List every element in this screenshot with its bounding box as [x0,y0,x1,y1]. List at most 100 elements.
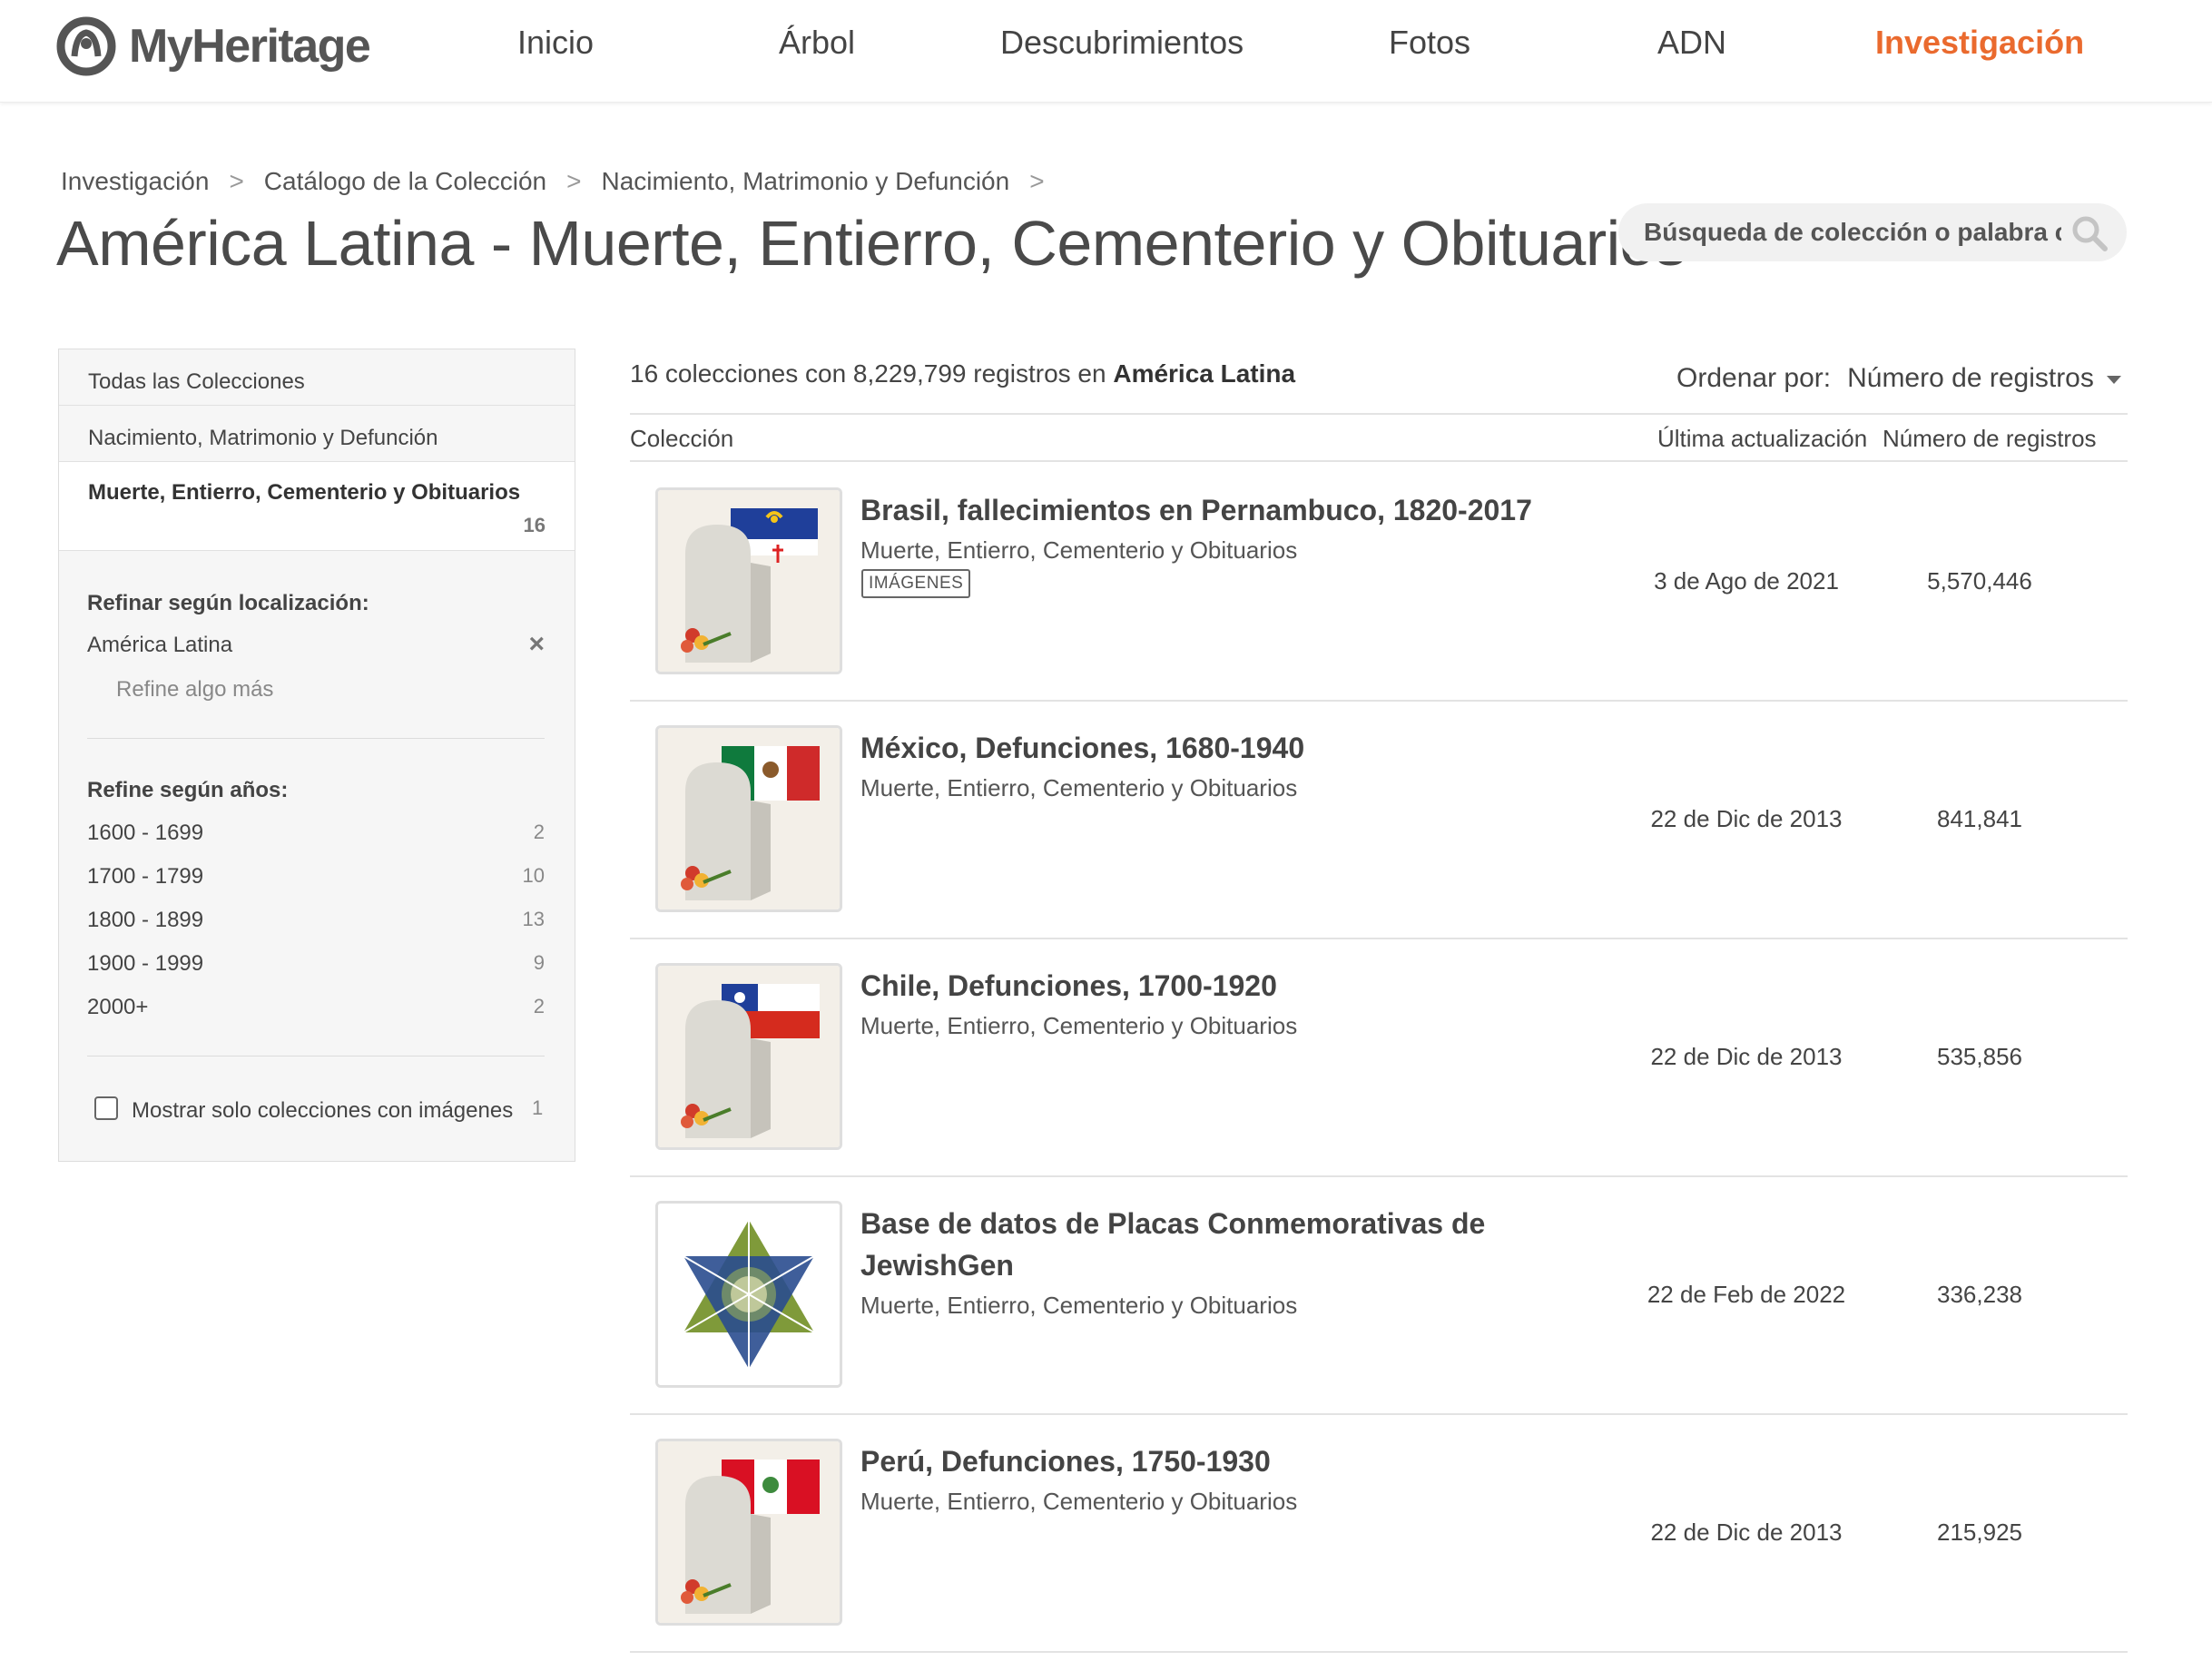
breadcrumb-catalogo[interactable]: Catálogo de la Colección [264,167,546,196]
filter-sidebar: Todas las Colecciones Nacimiento, Matrim… [58,349,575,1162]
sidebar-divider [87,738,545,739]
nav-inicio[interactable]: Inicio [517,24,594,62]
column-collection: Colección [630,425,734,452]
collection-title-link[interactable]: Chile, Defunciones, 1700-1920 [860,965,1550,1007]
year-label: 1600 - 1699 [87,821,204,845]
breadcrumb-separator: > [229,167,244,195]
year-filter-1800[interactable]: 1800 - 1899 13 [87,908,545,937]
breadcrumb-investigacion[interactable]: Investigación [61,167,209,196]
sort-control: Ordenar por: Número de registros [1676,363,2121,394]
collection-thumbnail[interactable] [655,725,842,912]
tombstone-flag-chile-icon [658,966,840,1147]
myheritage-logo[interactable]: MyHeritage [56,16,371,76]
breadcrumb-nacimiento[interactable]: Nacimiento, Matrimonio y Defunción [601,167,1009,196]
refine-more-link[interactable]: Refine algo más [116,677,273,703]
sidebar-item-muerte[interactable]: Muerte, Entierro, Cementerio y Obituario… [59,462,575,551]
year-filter-2000[interactable]: 2000+ 2 [87,995,545,1024]
page-title: América Latina - Muerte, Entierro, Cemen… [56,208,1686,279]
images-only-label[interactable]: Mostrar solo colecciones con imágenes [132,1098,513,1124]
tombstone-flag-pernambuco-icon [658,490,840,672]
collection-search [1618,203,2127,261]
collection-records: 841,841 [1937,805,2022,832]
sort-label: Ordenar por: [1676,363,1832,393]
years-heading: Refine según años: [87,778,289,802]
sidebar-divider [87,1056,545,1057]
tombstone-flag-peru-icon [658,1441,840,1623]
year-count: 2 [533,995,545,1017]
year-count: 13 [522,908,545,930]
year-label: 1900 - 1999 [87,951,204,976]
collection-category: Muerte, Entierro, Cementerio y Obituario… [860,536,1298,564]
sidebar-item-nacimiento[interactable]: Nacimiento, Matrimonio y Defunción [59,406,575,462]
collection-title-link[interactable]: Perú, Defunciones, 1750-1930 [860,1440,1550,1482]
collection-thumbnail[interactable] [655,963,842,1150]
results-summary: 16 colecciones con 8,229,799 registros e… [630,359,1295,388]
breadcrumb-separator: > [566,167,582,195]
collection-thumbnail[interactable] [655,1201,842,1388]
collection-updated: 22 de Feb de 2022 [1647,1281,1846,1308]
collection-updated: 22 de Dic de 2013 [1650,1043,1843,1070]
collection-thumbnail[interactable] [655,487,842,674]
nav-arbol[interactable]: Árbol [779,24,855,62]
collection-records: 215,925 [1937,1518,2022,1546]
chevron-down-icon[interactable] [2106,375,2121,384]
column-updated: Última actualización [1657,425,1868,452]
images-badge: IMÁGENES [861,569,971,598]
collection-records: 336,238 [1937,1281,2022,1308]
summary-place: América Latina [1113,359,1296,388]
breadcrumb-separator: > [1029,167,1045,195]
row-divider [630,1651,2128,1653]
images-only-count: 1 [532,1096,544,1119]
breadcrumb: Investigación > Catálogo de la Colección… [61,167,1065,196]
year-count: 10 [522,864,545,887]
collection-row[interactable]: Perú, Defunciones, 1750-1930 Muerte, Ent… [630,1413,2128,1651]
header-divider [630,413,2128,415]
nav-descubrimientos[interactable]: Descubrimientos [1000,24,1244,62]
year-filter-1600[interactable]: 1600 - 1699 2 [87,821,545,850]
year-label: 2000+ [87,995,149,1019]
year-label: 1800 - 1899 [87,908,204,932]
search-input[interactable] [1644,212,2061,252]
collection-title-link[interactable]: Base de datos de Placas Conmemorativas d… [860,1203,1550,1286]
year-label: 1700 - 1799 [87,864,204,889]
collection-records: 535,856 [1937,1043,2022,1070]
sidebar-item-count: 16 [523,514,546,536]
location-filter-selected: América Latina × [87,629,545,662]
sidebar-item-label: Muerte, Entierro, Cementerio y Obituario… [88,480,521,505]
collection-row[interactable]: Brasil, fallecimientos en Pernambuco, 18… [630,462,2128,700]
top-header: MyHeritage Inicio Árbol Descubrimientos … [0,0,2212,103]
nav-fotos[interactable]: Fotos [1389,24,1470,62]
collection-category: Muerte, Entierro, Cementerio y Obituario… [860,1292,1298,1319]
jewishgen-star-icon [658,1204,840,1385]
sidebar-item-label: Todas las Colecciones [88,369,305,394]
collection-row[interactable]: Chile, Defunciones, 1700-1920 Muerte, En… [630,938,2128,1175]
collection-category: Muerte, Entierro, Cementerio y Obituario… [860,1488,1298,1515]
year-filter-1900[interactable]: 1900 - 1999 9 [87,951,545,980]
collection-updated: 22 de Dic de 2013 [1650,805,1843,832]
column-records: Número de registros [1883,425,2097,452]
collection-title-link[interactable]: México, Defunciones, 1680-1940 [860,727,1550,769]
collection-thumbnail[interactable] [655,1439,842,1626]
search-icon[interactable] [2070,214,2109,252]
collection-title-link[interactable]: Brasil, fallecimientos en Pernambuco, 18… [860,489,1550,531]
year-count: 9 [533,951,545,974]
nav-adn[interactable]: ADN [1657,24,1726,62]
collection-updated: 3 de Ago de 2021 [1654,567,1839,595]
sidebar-item-label: Nacimiento, Matrimonio y Defunción [88,426,438,450]
nav-investigacion[interactable]: Investigación [1875,24,2084,62]
collection-row[interactable]: México, Defunciones, 1680-1940 Muerte, E… [630,700,2128,938]
location-selected-label: América Latina [87,633,233,657]
location-heading: Refinar según localización: [87,591,369,615]
brand-name: MyHeritage [129,20,371,73]
sidebar-item-todas[interactable]: Todas las Colecciones [59,349,575,406]
collection-row[interactable]: Base de datos de Placas Conmemorativas d… [630,1175,2128,1413]
collection-category: Muerte, Entierro, Cementerio y Obituario… [860,1012,1298,1039]
images-only-checkbox[interactable] [94,1096,118,1120]
year-count: 2 [533,821,545,843]
sort-dropdown[interactable]: Número de registros [1847,363,2094,394]
year-filter-1700[interactable]: 1700 - 1799 10 [87,864,545,893]
collection-category: Muerte, Entierro, Cementerio y Obituario… [860,774,1298,801]
remove-filter-icon[interactable]: × [528,629,545,660]
collection-updated: 22 de Dic de 2013 [1650,1518,1843,1546]
tombstone-flag-mexico-icon [658,728,840,909]
